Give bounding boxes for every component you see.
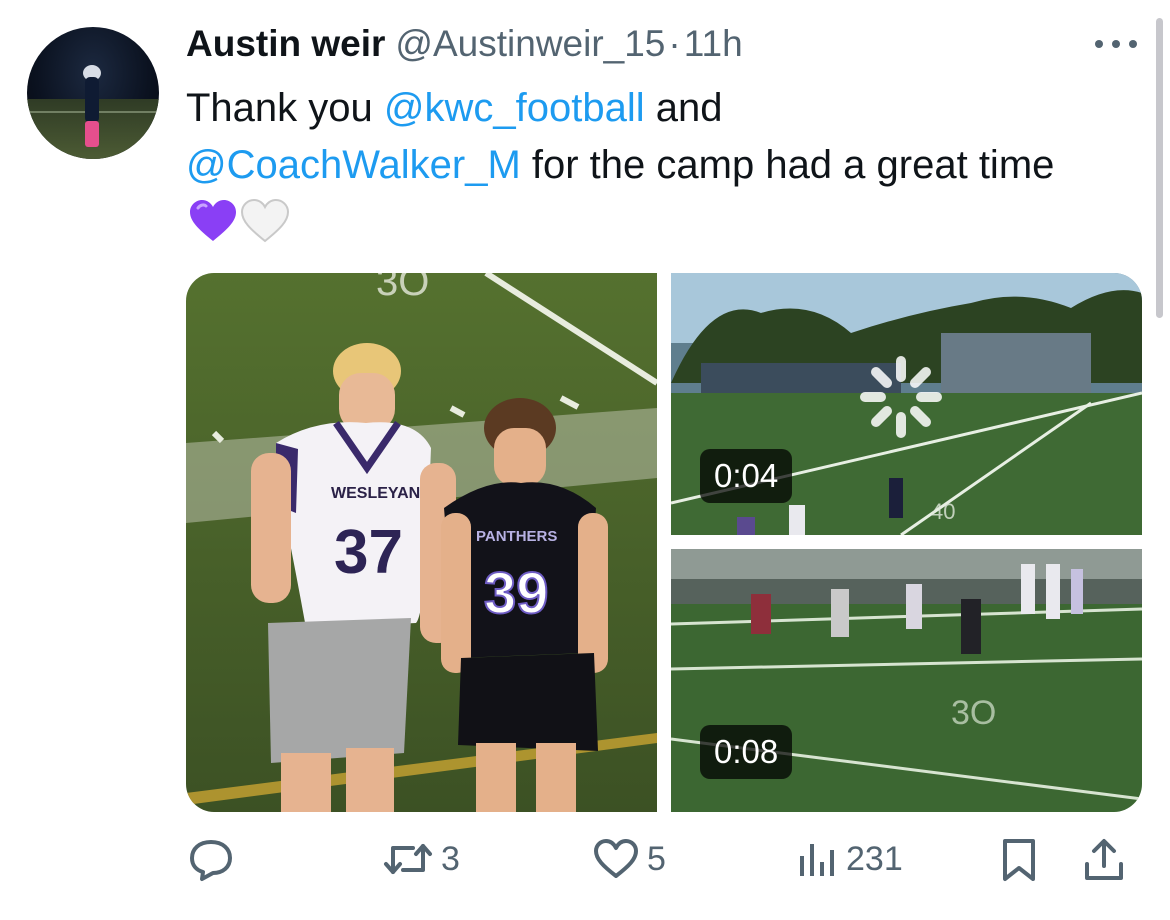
tweet-text-part: Thank you	[186, 86, 384, 130]
tweet-text-part: for the camp had a great time	[520, 143, 1055, 187]
avatar[interactable]	[27, 27, 159, 159]
reply-icon	[190, 840, 232, 881]
media-grid: 3O WESLEYAN 37 PANTHERS 39 40 0:04 3O 0:…	[186, 273, 1142, 812]
svg-text:40: 40	[931, 499, 955, 524]
timestamp[interactable]: 11h	[684, 23, 743, 64]
avatar-player-legs	[85, 121, 99, 147]
author-handle[interactable]: @Austinweir_15	[395, 23, 665, 64]
like-count: 5	[647, 839, 666, 878]
share-icon	[1085, 839, 1123, 880]
video-thumbnail-2[interactable]: 3O 0:08	[671, 549, 1142, 812]
video-duration-badge: 0:08	[700, 725, 793, 779]
photo-two-players[interactable]: 3O WESLEYAN 37 PANTHERS 39	[186, 273, 657, 812]
retweet-icon	[384, 844, 432, 874]
tweet: Austin weir @Austinweir_15·11h Thank you …	[0, 0, 1170, 920]
heart-icon	[594, 839, 638, 878]
views-button[interactable]: 231	[796, 838, 903, 880]
like-button[interactable]: 5	[593, 838, 666, 880]
mention-link[interactable]: @CoachWalker_M	[186, 143, 521, 187]
svg-text:3O: 3O	[951, 694, 996, 732]
photo-illustration: 3O WESLEYAN 37 PANTHERS 39	[186, 273, 657, 812]
purple-heart-icon	[190, 200, 236, 241]
more-options-icon[interactable]	[1092, 36, 1140, 52]
tweet-header: Austin weir @Austinweir_15·11h	[186, 22, 743, 66]
jersey-right-number: 39	[484, 561, 549, 626]
retweet-button[interactable]: 3	[383, 838, 460, 880]
jersey-left-team: WESLEYAN	[331, 485, 420, 502]
reply-button[interactable]	[188, 838, 242, 882]
separator-dot: ·	[668, 23, 681, 64]
author-name[interactable]: Austin weir	[186, 23, 385, 64]
avatar-player-body	[85, 77, 99, 123]
tweet-text-part: and	[644, 86, 723, 130]
tweet-text: Thank you @kwc_football and @CoachWalker…	[186, 80, 1086, 251]
mention-link[interactable]: @kwc_football	[384, 86, 645, 130]
share-button[interactable]	[1082, 838, 1126, 882]
jersey-right-team: PANTHERS	[476, 528, 557, 545]
bookmark-icon	[1003, 839, 1035, 881]
action-bar: 3 5 231	[0, 830, 1170, 900]
video-thumbnail-1[interactable]: 40 0:04	[671, 273, 1142, 535]
retweet-count: 3	[441, 839, 460, 878]
white-heart-icon	[240, 199, 290, 243]
svg-text:3O: 3O	[376, 273, 429, 304]
views-count: 231	[846, 839, 903, 878]
jersey-left-number: 37	[334, 518, 403, 587]
video-duration-badge: 0:04	[700, 449, 793, 503]
scrollbar[interactable]	[1156, 18, 1163, 318]
views-chart-icon	[800, 844, 834, 876]
bookmark-button[interactable]	[1000, 838, 1038, 882]
